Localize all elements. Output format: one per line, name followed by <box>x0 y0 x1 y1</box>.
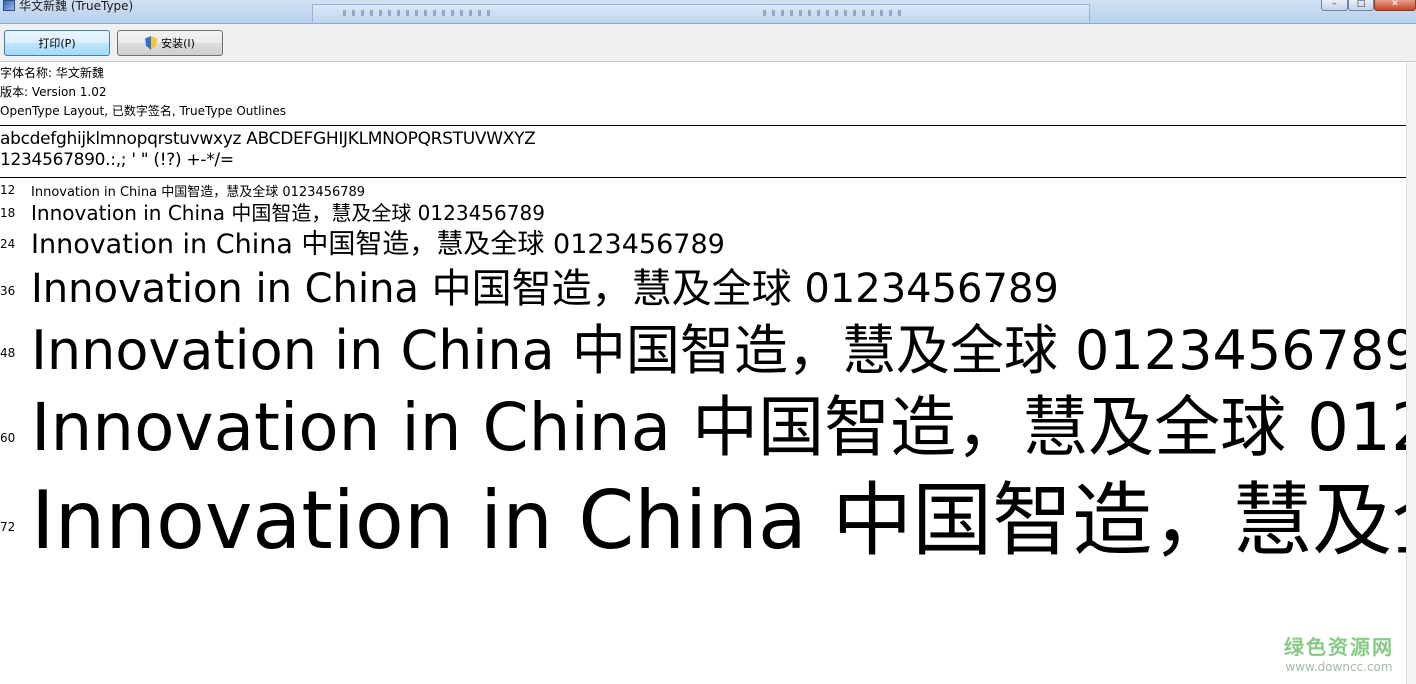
vertical-scrollbar[interactable] <box>1406 63 1416 684</box>
background-window-text <box>343 10 493 16</box>
sample-row-60: 60 Innovation in China 中国智造，慧及全球 0123456… <box>0 374 1406 466</box>
sample-size-label: 24 <box>0 237 16 251</box>
sample-text: Innovation in China 中国智造，慧及全球 0123456789 <box>31 474 1406 567</box>
font-version-line: 版本: Version 1.02 <box>0 85 107 99</box>
install-button-label: 安装(I) <box>161 37 195 50</box>
font-preview-pane: 字体名称: 华文新魏 版本: Version 1.02 OpenType Lay… <box>0 63 1406 684</box>
sample-row-24: 24 Innovation in China 中国智造，慧及全球 0123456… <box>0 222 1406 260</box>
divider <box>0 177 1406 178</box>
sample-row-18: 18 Innovation in China 中国智造，慧及全球 0123456… <box>0 197 1406 225</box>
divider <box>0 125 1406 126</box>
uac-shield-icon <box>145 36 158 50</box>
watermark-url: www.downcc.com <box>1285 660 1393 674</box>
font-file-icon <box>3 0 15 11</box>
sample-size-label: 18 <box>0 206 16 220</box>
background-window-titlebar <box>312 4 1090 22</box>
font-name-line: 字体名称: 华文新魏 <box>0 66 104 80</box>
charset-letters: abcdefghijklmnopqrstuvwxyz ABCDEFGHIJKLM… <box>0 129 536 149</box>
sample-size-label: 36 <box>0 284 16 298</box>
toolbar: 打印(P) 安装(I) <box>0 24 1416 62</box>
maximize-icon: □ <box>1356 0 1366 9</box>
sample-row-36: 36 Innovation in China 中国智造，慧及全球 0123456… <box>0 256 1406 312</box>
maximize-button[interactable]: □ <box>1348 0 1374 11</box>
watermark: 绿色资源网 www.downcc.com <box>1284 631 1394 674</box>
sample-row-12: 12 Innovation in China 中国智造，慧及全球 0123456… <box>0 180 1406 200</box>
minimize-button[interactable]: – <box>1321 0 1348 11</box>
sample-row-72: 72 Innovation in China 中国智造，慧及全球 0123456… <box>0 456 1406 567</box>
install-button[interactable]: 安装(I) <box>117 30 223 56</box>
close-icon: ✕ <box>1391 0 1399 9</box>
minimize-icon: – <box>1332 0 1337 9</box>
charset-digits: 1234567890.:,; ' " (!?) +-*/= <box>0 150 234 170</box>
print-button-label: 打印(P) <box>38 37 76 50</box>
sample-size-label: 60 <box>0 431 16 445</box>
sample-size-label: 12 <box>0 183 16 197</box>
sample-size-label: 72 <box>0 520 16 534</box>
watermark-title: 绿色资源网 <box>1284 635 1394 659</box>
sample-row-48: 48 Innovation in China 中国智造，慧及全球 0123456… <box>0 306 1406 382</box>
close-button[interactable]: ✕ <box>1374 0 1416 11</box>
font-features-line: OpenType Layout, 已数字签名, TrueType Outline… <box>0 104 287 118</box>
background-window-text <box>763 10 903 16</box>
title-bar: 华文新魏 (TrueType) – □ ✕ <box>0 0 1416 24</box>
window-title: 华文新魏 (TrueType) <box>19 0 134 13</box>
sample-size-label: 48 <box>0 346 16 360</box>
print-button[interactable]: 打印(P) <box>4 30 110 56</box>
